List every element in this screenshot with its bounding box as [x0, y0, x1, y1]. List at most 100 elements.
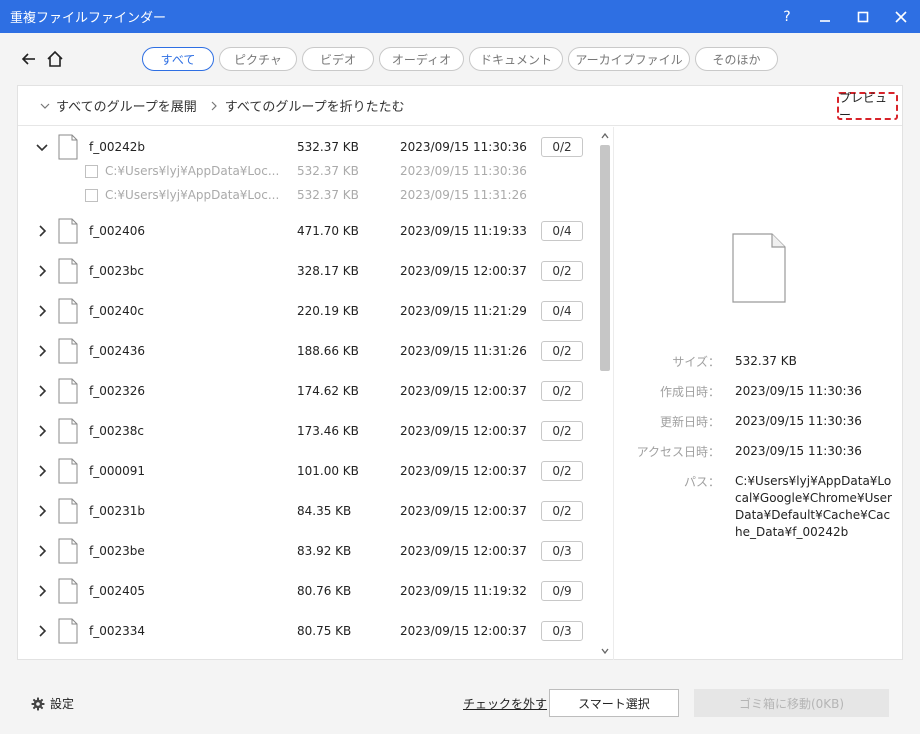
file-path: C:¥Users¥lyj¥AppData¥Loc...	[105, 164, 280, 178]
preview-button[interactable]: プレビュー	[837, 91, 898, 122]
group-count-badge: 0/3	[541, 621, 583, 641]
group-name: f_000091	[89, 464, 146, 478]
tab-pictures[interactable]: ピクチャ	[219, 47, 297, 71]
chevron-right-icon[interactable]	[34, 303, 50, 319]
chevron-right-icon[interactable]	[34, 503, 50, 519]
group-row[interactable]: f_00231b 84.35 KB 2023/09/15 12:00:37 0/2	[18, 491, 598, 531]
minimize-icon	[820, 19, 830, 22]
file-icon	[58, 458, 78, 487]
home-button[interactable]	[44, 48, 66, 70]
close-button[interactable]	[882, 0, 920, 33]
group-row[interactable]: f_00240c 220.19 KB 2023/09/15 11:21:29 0/4	[18, 291, 598, 331]
group-date: 2023/09/15 12:00:37	[400, 504, 527, 518]
smart-select-button[interactable]: スマート選択	[549, 689, 679, 717]
maximize-button[interactable]	[844, 0, 882, 33]
chevron-right-icon[interactable]	[34, 343, 50, 359]
home-icon	[47, 50, 63, 67]
settings-button[interactable]: 設定	[31, 695, 74, 712]
group-name: f_00238c	[89, 424, 144, 438]
chevron-right-icon[interactable]	[34, 223, 50, 239]
tab-others[interactable]: そのほか	[695, 47, 778, 71]
category-tabs: すべて ピクチャ ビデオ オーディオ ドキュメント アーカイブファイル そのほか	[142, 47, 778, 71]
chevron-right-icon[interactable]	[34, 383, 50, 399]
list-scrollbar[interactable]	[597, 127, 613, 660]
group-row[interactable]: f_002326 174.62 KB 2023/09/15 12:00:37 0/2	[18, 371, 598, 411]
file-icon	[58, 418, 78, 447]
group-count-badge: 0/2	[541, 261, 583, 281]
group-date: 2023/09/15 11:30:36	[400, 140, 527, 154]
nav-row: すべて ピクチャ ビデオ オーディオ ドキュメント アーカイブファイル そのほか	[0, 44, 920, 74]
group-name: f_00242b	[89, 140, 146, 154]
file-checkbox[interactable]	[85, 188, 98, 202]
minimize-button[interactable]	[806, 0, 844, 33]
tab-all[interactable]: すべて	[142, 47, 214, 71]
group-row[interactable]: f_002406 471.70 KB 2023/09/15 11:19:33 0/4	[18, 211, 598, 251]
tab-videos[interactable]: ビデオ	[302, 47, 374, 71]
tab-audio[interactable]: オーディオ	[379, 47, 464, 71]
group-date: 2023/09/15 12:00:37	[400, 424, 527, 438]
group-date: 2023/09/15 11:19:32	[400, 584, 527, 598]
group-name: f_00231b	[89, 504, 146, 518]
group-row[interactable]: f_000091 101.00 KB 2023/09/15 12:00:37 0/2	[18, 451, 598, 491]
file-icon	[58, 338, 78, 367]
chevron-down-icon[interactable]	[34, 139, 50, 155]
group-row[interactable]: f_0023be 83.92 KB 2023/09/15 12:00:37 0/3	[18, 531, 598, 571]
group-row[interactable]: f_002405 80.76 KB 2023/09/15 11:19:32 0/9	[18, 571, 598, 611]
chevron-right-icon[interactable]	[34, 463, 50, 479]
file-entry: C:¥Users¥lyj¥AppData¥Loc... 532.37 KB 2023…	[18, 183, 598, 207]
collapse-all-button[interactable]: すべてのグループを折りたたむ	[225, 96, 405, 115]
file-checkbox[interactable]	[85, 164, 98, 178]
file-icon	[58, 218, 78, 247]
group-row[interactable]: f_00238c 173.46 KB 2023/09/15 12:00:37 0/2	[18, 411, 598, 451]
group-count-badge: 0/9	[541, 581, 583, 601]
group-count-badge: 0/2	[541, 137, 583, 157]
group-date: 2023/09/15 11:19:33	[400, 224, 527, 238]
chevron-down-icon	[38, 101, 52, 111]
expand-all-button[interactable]: すべてのグループを展開	[56, 96, 197, 115]
group-size: 101.00 KB	[297, 464, 359, 478]
chevron-right-icon[interactable]	[34, 543, 50, 559]
group-toolbar: すべてのグループを展開 すべてのグループを折りたたむ プレビュー	[18, 86, 902, 126]
group-size: 220.19 KB	[297, 304, 359, 318]
file-icon	[58, 258, 78, 287]
chevron-right-icon[interactable]	[34, 263, 50, 279]
group-count-badge: 0/2	[541, 461, 583, 481]
file-path: C:¥Users¥lyj¥AppData¥Loc...	[105, 188, 280, 202]
title-bar: 重複ファイルファインダー ?	[0, 0, 920, 33]
back-button[interactable]	[18, 48, 40, 70]
chevron-right-icon[interactable]	[34, 623, 50, 639]
group-count-badge: 0/2	[541, 501, 583, 521]
file-entry: C:¥Users¥lyj¥AppData¥Loc... 532.37 KB 2023…	[18, 159, 598, 183]
scroll-thumb[interactable]	[600, 145, 610, 371]
help-button[interactable]: ?	[768, 0, 806, 33]
gear-icon	[31, 697, 45, 710]
scroll-down-icon[interactable]	[597, 644, 613, 658]
scroll-up-icon[interactable]	[597, 129, 613, 143]
footer-bar: 設定 チェックを外す スマート選択 ゴミ箱に移動(0KB)	[0, 673, 920, 734]
group-date: 2023/09/15 12:00:37	[400, 464, 527, 478]
file-icon	[58, 618, 78, 647]
file-icon	[58, 538, 78, 567]
group-row[interactable]: f_0023bc 328.17 KB 2023/09/15 12:00:37 0/2	[18, 251, 598, 291]
maximize-icon	[857, 11, 869, 22]
tab-archives[interactable]: アーカイブファイル	[568, 47, 690, 71]
arrow-left-icon	[21, 53, 35, 65]
move-to-trash-button[interactable]: ゴミ箱に移動(0KB)	[694, 689, 889, 717]
group-row[interactable]: f_002436 188.66 KB 2023/09/15 11:31:26 0/2	[18, 331, 598, 371]
group-name: f_002326	[89, 384, 146, 398]
results-panel: すべてのグループを展開 すべてのグループを折りたたむ プレビュー f_00242…	[17, 85, 903, 660]
group-date: 2023/09/15 12:00:37	[400, 544, 527, 558]
file-icon	[58, 578, 78, 607]
group-name: f_002436	[89, 344, 146, 358]
group-size: 84.35 KB	[297, 504, 352, 518]
group-count-badge: 0/2	[541, 421, 583, 441]
chevron-right-icon[interactable]	[34, 583, 50, 599]
chevron-right-icon[interactable]	[34, 423, 50, 439]
group-name: f_002405	[89, 584, 146, 598]
group-size: 188.66 KB	[297, 344, 359, 358]
file-icon	[58, 498, 78, 527]
tab-documents[interactable]: ドキュメント	[469, 47, 563, 71]
group-size: 173.46 KB	[297, 424, 359, 438]
uncheck-link[interactable]: チェックを外す	[463, 695, 547, 712]
group-row[interactable]: f_002334 80.75 KB 2023/09/15 12:00:37 0/3	[18, 611, 598, 651]
